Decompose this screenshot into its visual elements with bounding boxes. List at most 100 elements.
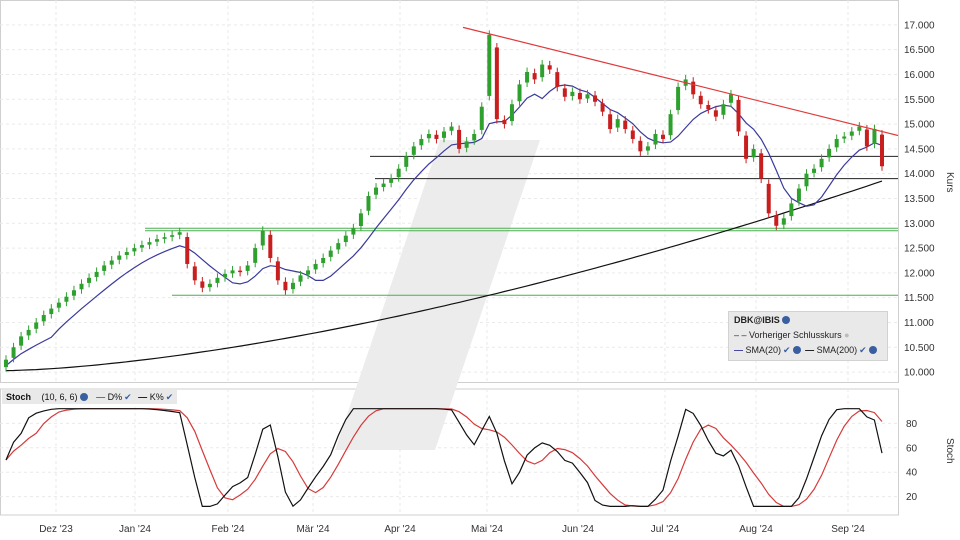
price-tick-label: 10.000: [904, 368, 935, 379]
candle-body: [426, 134, 431, 139]
candle-body: [56, 302, 61, 308]
legend-sma-row: — SMA(20) ✔ — SMA(200) ✔: [734, 345, 877, 356]
candle-body: [87, 277, 92, 283]
candle-body: [49, 308, 54, 315]
price-tick-label: 15.000: [904, 120, 935, 131]
candle-body: [472, 134, 477, 141]
check-icon[interactable]: ✔: [124, 392, 132, 402]
candle-body: [585, 94, 590, 99]
candle-body: [608, 114, 613, 130]
line-icon: —: [96, 392, 106, 402]
candle-body: [321, 258, 326, 264]
candle-body: [177, 232, 182, 235]
check-icon[interactable]: ✔: [783, 345, 791, 355]
candle-body: [147, 242, 152, 245]
candle-body: [117, 255, 122, 260]
price-tick-label: 15.500: [904, 95, 935, 106]
stoch-params: (10, 6, 6): [41, 392, 78, 402]
candle-body: [457, 129, 462, 149]
candle-body: [306, 270, 311, 275]
candle-body: [71, 290, 76, 296]
candle-body: [366, 196, 371, 211]
candle-body: [290, 282, 295, 290]
candle-body: [759, 153, 764, 179]
settings-icon[interactable]: [868, 346, 877, 354]
legend-sma200: SMA(200): [816, 345, 858, 355]
candle-body: [796, 188, 801, 202]
price-tick-label: 13.500: [904, 194, 935, 205]
legend-sma20: SMA(20): [745, 345, 782, 355]
price-tick-label: 17.000: [904, 20, 935, 31]
price-tick-label: 16.000: [904, 70, 935, 81]
candle-body: [245, 265, 250, 271]
price-tick-label: 12.500: [904, 244, 935, 255]
candle-body: [411, 146, 416, 155]
candle-body: [11, 347, 16, 358]
candle-body: [124, 252, 129, 255]
candle-body: [600, 103, 605, 112]
candle-body: [268, 234, 273, 258]
candle-body: [638, 140, 643, 152]
stoch-tick-label: 40: [906, 468, 918, 479]
candle-body: [374, 187, 379, 195]
candle-body: [880, 134, 884, 167]
candle-body: [872, 129, 877, 144]
stoch-tick-label: 60: [906, 443, 918, 454]
candle-body: [577, 92, 582, 100]
date-axis: Dez '23 Jan '24 Feb '24 Mär '24 Apr '24 Mai '…: [39, 524, 865, 535]
stoch-axis-label: Stoch: [944, 438, 955, 464]
check-icon[interactable]: ✔: [859, 345, 867, 355]
candle-body: [676, 86, 681, 111]
candle-body: [313, 263, 318, 270]
candle-body: [253, 248, 258, 263]
candle-body: [404, 156, 409, 167]
date-tick-label: Jan '24: [119, 524, 151, 535]
candle-body: [449, 126, 454, 131]
candle-body: [706, 104, 711, 110]
price-legend: DBK@IBIS – – Vorheriger Schlusskurs ● — …: [728, 311, 888, 361]
candle-body: [132, 248, 137, 252]
candle-body: [487, 34, 492, 96]
candle-body: [494, 47, 499, 120]
candle-body: [668, 114, 673, 136]
candle-body: [442, 131, 446, 138]
candle-body: [540, 64, 545, 78]
date-tick-label: Feb '24: [211, 524, 244, 535]
candle-body: [864, 129, 869, 147]
date-tick-label: Jun '24: [562, 524, 594, 535]
candle-body: [351, 228, 356, 235]
date-tick-label: Mär '24: [296, 524, 329, 535]
candle-body: [336, 243, 341, 250]
legend-prev-close: Vorheriger Schlusskurs: [749, 330, 842, 340]
settings-icon[interactable]: [781, 316, 790, 324]
settings-icon[interactable]: [792, 346, 801, 354]
settings-icon[interactable]: [79, 393, 88, 401]
candle-body: [645, 146, 650, 151]
stoch-tick-label: 20: [906, 492, 918, 503]
check-icon[interactable]: ✔: [166, 392, 174, 402]
candle-body: [509, 104, 514, 122]
candle-body: [744, 135, 749, 159]
candle-body: [819, 158, 824, 168]
candle-body: [139, 245, 144, 248]
legend-prev-close-row: – – Vorheriger Schlusskurs ●: [734, 330, 850, 340]
stoch-d-label: D%: [107, 392, 123, 402]
candle-body: [857, 126, 862, 131]
candle-body: [207, 283, 212, 288]
candle-body: [562, 88, 567, 97]
price-axis-label: Kurs: [944, 172, 955, 193]
candle-body: [223, 273, 227, 278]
candle-body: [79, 283, 84, 290]
date-tick-label: Sep '24: [831, 524, 865, 535]
candle-body: [155, 239, 160, 242]
candle-body: [713, 110, 718, 117]
candle-body: [547, 65, 552, 70]
candle-body: [389, 178, 394, 183]
candle-body: [789, 203, 794, 217]
candle-body: [34, 322, 39, 329]
candle-body: [343, 235, 348, 243]
candle-body: [64, 296, 69, 302]
stoch-k-label: K%: [149, 392, 164, 402]
candle-body: [200, 281, 205, 288]
candle-body: [525, 72, 530, 83]
